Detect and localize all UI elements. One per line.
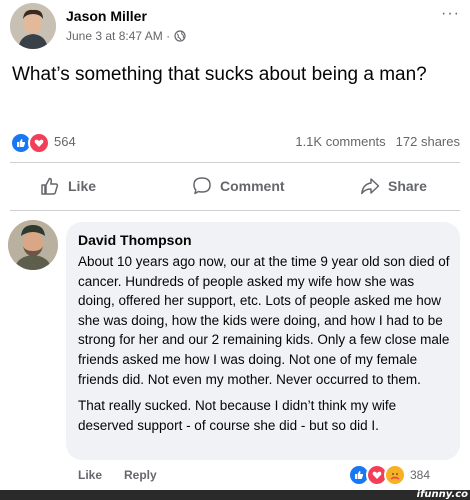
author-avatar[interactable] xyxy=(10,3,56,49)
thumbs-up-icon xyxy=(41,177,59,195)
shares-count[interactable]: 172 shares xyxy=(396,134,460,149)
comment-like-button[interactable]: Like xyxy=(78,468,102,482)
comments-count[interactable]: 1.1K comments xyxy=(295,134,385,149)
comment-actions: Like Reply xyxy=(78,468,157,482)
comment-icon xyxy=(193,177,211,195)
comment-bubble: David Thompson About 10 years ago now, o… xyxy=(66,222,460,460)
commenter-name[interactable]: David Thompson xyxy=(78,232,192,248)
comment-reactions[interactable]: 384 xyxy=(348,464,430,486)
post-meta: June 3 at 8:47 AM · xyxy=(66,29,186,43)
post-text: What’s something that sucks about being … xyxy=(12,64,427,85)
like-label: Like xyxy=(68,178,97,194)
ifunny-watermark: ifunny.co xyxy=(416,489,468,500)
comment-reply-button[interactable]: Reply xyxy=(124,468,157,482)
comment-label: Comment xyxy=(220,178,285,194)
comment-button[interactable]: Comment xyxy=(192,168,285,204)
comment-reaction-count: 384 xyxy=(410,468,431,482)
globe-icon xyxy=(174,30,186,42)
reaction-count[interactable]: 564 xyxy=(54,134,76,149)
post-author-name[interactable]: Jason Miller xyxy=(66,8,147,24)
share-icon xyxy=(361,178,380,195)
action-bar: Like Comment Share xyxy=(10,168,460,204)
comment-text: About 10 years ago now, our at the time … xyxy=(78,252,450,435)
engagement-stats: 1.1K comments 172 shares xyxy=(295,134,460,149)
care-reaction-icon xyxy=(384,464,406,486)
share-button[interactable]: Share xyxy=(360,168,427,204)
watermark-bar: ifunny.co xyxy=(0,489,470,500)
divider-bottom xyxy=(10,210,460,211)
post-timestamp[interactable]: June 3 at 8:47 AM · xyxy=(66,29,170,43)
comment-paragraph-1: About 10 years ago now, our at the time … xyxy=(78,254,450,387)
divider-top xyxy=(10,162,460,163)
love-reaction-icon xyxy=(28,132,50,154)
comment-paragraph-2: That really sucked. Not because I didn’t… xyxy=(78,398,397,433)
share-label: Share xyxy=(388,178,427,194)
reaction-icons[interactable] xyxy=(10,132,50,154)
post-header: Jason Miller June 3 at 8:47 AM · ··· xyxy=(10,3,460,51)
reactions-bar: 564 1.1K comments 172 shares xyxy=(10,132,460,154)
more-options-button[interactable]: ··· xyxy=(441,5,460,23)
commenter-avatar[interactable] xyxy=(8,220,58,270)
like-button[interactable]: Like xyxy=(40,168,96,204)
